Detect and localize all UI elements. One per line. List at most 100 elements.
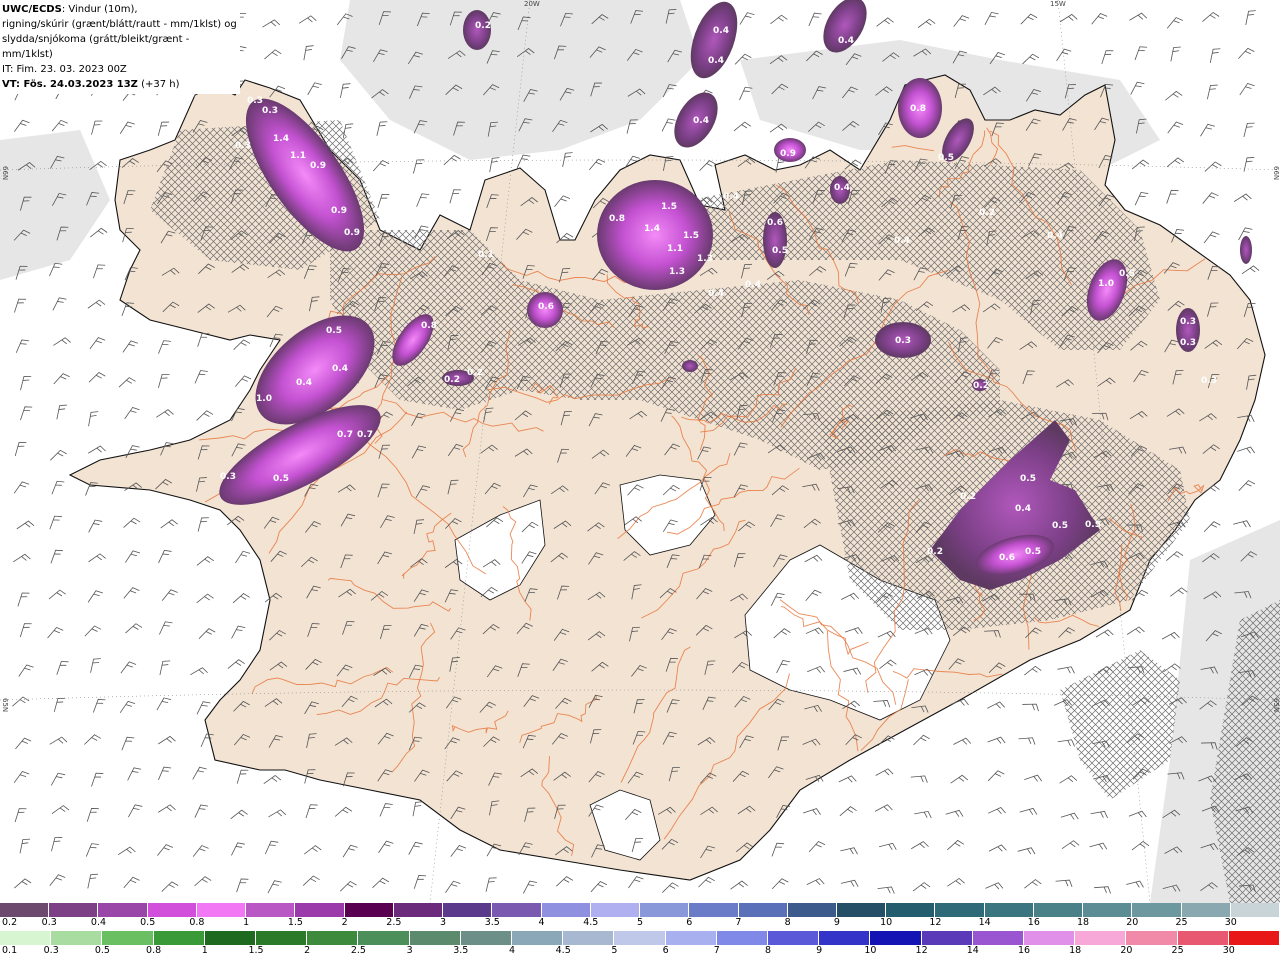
weather-map: 0.2 0.4 0.4 0.4 0.4 0.3 0.3 1.4 0.3 1.1 0.9 0.9 0.9 0… [0, 0, 1280, 903]
precip-value-label: 0.9 [780, 149, 796, 159]
legend-label: 0.5 [94, 945, 110, 956]
precip-value-label: 0.3 [895, 336, 911, 346]
legend-swatch [563, 931, 615, 945]
precip-value-label: 0.4 [1015, 504, 1031, 514]
precip-value-label: 0.5 [1085, 520, 1101, 530]
precip-value-label: 0.8 [421, 321, 437, 331]
legend-label: 4 [538, 917, 545, 928]
legend-swatch [443, 903, 493, 917]
legend-label: 3 [440, 917, 447, 928]
legend-swatch [1228, 931, 1280, 945]
legend-label: 20 [1120, 945, 1133, 956]
legend-label: 1 [201, 945, 208, 956]
legend-label: 14 [966, 945, 979, 956]
legend-label: 5 [611, 945, 618, 956]
legend-label: 18 [1077, 917, 1090, 928]
precip-value-label: 0.3 [247, 96, 263, 106]
legend-swatch [886, 903, 936, 917]
precip-value-label: 1.5 [683, 231, 699, 241]
legend-label: 4.5 [583, 917, 599, 928]
legend-label: 1 [243, 917, 250, 928]
legend-swatch [1181, 903, 1231, 917]
model-name: UWC/ECDS [2, 4, 62, 15]
precip-value-label: 0.9 [310, 161, 326, 171]
precip-value-label: 0.1 [478, 250, 494, 260]
legend-swatch [409, 931, 461, 945]
precip-value-label: 0.6 [767, 218, 783, 228]
rain-legend-swatches [0, 931, 1280, 945]
legend-label: 16 [1017, 945, 1031, 956]
precip-value-label: 0.8 [910, 104, 926, 114]
legend-label: 4.5 [555, 945, 571, 956]
legend-swatch [1033, 903, 1084, 917]
legend-label: 2.5 [386, 917, 402, 928]
variable-title: : Vindur (10m), [61, 4, 138, 15]
precip-value-label: 0.9 [344, 228, 360, 238]
precip-value-label: 0.9 [331, 206, 347, 216]
legend-label: 9 [816, 945, 823, 956]
precip-value-label: 0.4 [723, 192, 739, 202]
precip-value-label: 0.5 [1025, 547, 1041, 557]
legend-label: 5 [636, 917, 644, 928]
precip-value-label: 0.4 [296, 378, 312, 388]
legend-swatch [344, 903, 394, 917]
legend-swatch [768, 931, 820, 945]
legend-swatch [614, 931, 666, 945]
precip-value-label: 0.3 [1201, 376, 1217, 386]
legend-swatch [246, 903, 296, 917]
longitude-label-20w: 20W [524, 0, 540, 8]
legend-label: 3.5 [453, 945, 469, 956]
precip-value-label: 0.7 [357, 430, 373, 440]
precip-value-label: 0.4 [894, 236, 910, 246]
latitude-label-66n-right: 66N [1272, 166, 1280, 181]
legend-label: 0.4 [90, 917, 107, 928]
legend-label: 16 [1027, 917, 1040, 928]
legend-swatch [972, 931, 1025, 945]
legend-label: 7 [713, 945, 720, 956]
precip-value-label: 0.2 [927, 547, 943, 557]
forecast-info-box: UWC/ECDS: Vindur (10m), rigning/skúrir (… [0, 0, 240, 94]
legend-swatch [1126, 931, 1178, 945]
legend-swatch [1177, 931, 1229, 945]
legend-label: 3 [406, 945, 413, 956]
precip-value-label: 0.5 [1119, 269, 1135, 279]
legend-label: 20 [1126, 917, 1139, 928]
precip-value-label: 0.5 [273, 474, 289, 484]
legend-swatch [0, 931, 52, 945]
precip-value-label: 0.6 [999, 553, 1015, 563]
legend-swatch [819, 931, 871, 945]
legend-label: 30 [1224, 917, 1237, 928]
legend-swatch [102, 931, 154, 945]
legend-swatch [1083, 903, 1133, 917]
legend-label: 30 [1222, 945, 1235, 956]
legend-swatch [921, 931, 973, 945]
legend-label: 10 [880, 917, 893, 928]
precip-value-label: 1.1 [290, 151, 306, 161]
precip-value-label: 0.7 [337, 430, 353, 440]
latitude-label-66n-left: 66N [1, 166, 9, 181]
precip-value-label: 0.8 [609, 214, 625, 224]
precip-value-label: 1.1 [667, 244, 683, 254]
legend-swatch [256, 931, 308, 945]
legend-swatch [358, 931, 410, 945]
snow-legend-swatches [0, 903, 1280, 917]
precip-value-label: 0.5 [326, 326, 342, 336]
precip-value-label: 0.2 [467, 368, 483, 378]
latitude-label-65n-right: 65N [1272, 698, 1280, 713]
legend-swatch [590, 903, 641, 917]
iceland-forecast-map: 0.2 0.40.40.40.40.30.31.40.31.10.90.90.90… [0, 0, 1280, 903]
legend-label: 1.5 [248, 945, 264, 956]
legend-swatch [640, 903, 690, 917]
legend-label: 12 [915, 945, 928, 956]
precip-value-label: 0.5 [1052, 521, 1068, 531]
legend-swatch [512, 931, 564, 945]
legend-label: 6 [662, 945, 669, 956]
legend-label: 14 [978, 917, 991, 928]
legend-label: 2 [341, 917, 348, 928]
precip-value-label: 0.2 [979, 208, 995, 218]
legend-swatch [935, 903, 985, 917]
snow-color-legend: 0.2 0.3 0.4 0.5 0.8 1 1.5 2 2.5 3 3.5 4 4.5 5 6 7 8 9 10 12… [0, 903, 1280, 931]
legend-label: 2.5 [350, 945, 366, 956]
legend-label: 9 [833, 917, 840, 928]
legend-label: 1.5 [287, 917, 303, 928]
